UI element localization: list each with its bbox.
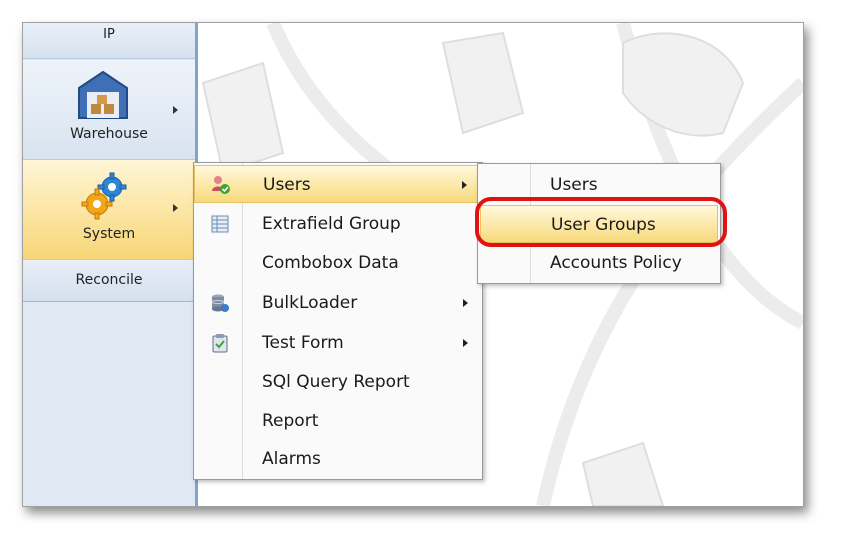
annotation-highlight-ring: [475, 197, 727, 247]
menu-item-alarms[interactable]: Alarms: [194, 440, 482, 478]
menu-item-label: BulkLoader: [262, 293, 358, 313]
menu-item-bulkloader[interactable]: BulkLoader: [194, 284, 482, 322]
sidebar-item-label: Reconcile: [75, 272, 143, 288]
sidebar-item-system[interactable]: System: [23, 160, 195, 260]
system-menu: Users Extrafield Group Combobox Data Bul…: [193, 162, 483, 480]
menu-item-label: Alarms: [262, 449, 321, 469]
chevron-right-icon: [173, 204, 178, 212]
menu-item-users[interactable]: Users: [194, 165, 482, 203]
sidebar: IP Warehouse System Reconcile: [23, 23, 198, 506]
menu-item-sql-query-report[interactable]: SQl Query Report: [194, 363, 482, 401]
sidebar-item-warehouse[interactable]: Warehouse: [23, 60, 195, 160]
menu-item-label: SQl Query Report: [262, 372, 410, 392]
menu-item-label: Users: [263, 175, 311, 195]
sidebar-item-ip[interactable]: IP: [23, 23, 195, 59]
submenu-arrow-icon: [463, 299, 468, 307]
menu-item-label: Extrafield Group: [262, 214, 401, 234]
sidebar-item-reconcile[interactable]: Reconcile: [23, 260, 195, 302]
menu-item-extrafield-group[interactable]: Extrafield Group: [194, 205, 482, 243]
menu-item-label: Test Form: [262, 333, 344, 353]
menu-item-test-form[interactable]: Test Form: [194, 324, 482, 362]
menu-item-label: Users: [550, 175, 598, 195]
menu-item-label: Accounts Policy: [550, 253, 682, 273]
submenu-arrow-icon: [463, 339, 468, 347]
submenu-arrow-icon: [462, 181, 467, 189]
database-icon: [211, 294, 229, 312]
sidebar-item-label: Warehouse: [70, 126, 148, 142]
submenu-item-accounts-policy[interactable]: Accounts Policy: [478, 244, 720, 282]
sidebar-item-label: System: [82, 226, 136, 242]
menu-item-label: Combobox Data: [262, 253, 399, 273]
menu-item-label: Report: [262, 411, 319, 431]
gears-icon: [81, 172, 127, 220]
menu-item-combobox-data[interactable]: Combobox Data: [194, 244, 482, 282]
warehouse-icon: [78, 70, 128, 119]
chevron-right-icon: [173, 106, 178, 114]
clipboard-icon: [212, 334, 228, 353]
app-window: IP Warehouse System Reconcile Users Extr…: [22, 22, 804, 507]
menu-item-report[interactable]: Report: [194, 402, 482, 440]
table-icon: [211, 215, 229, 233]
users-icon: [212, 176, 230, 194]
sidebar-item-label: IP: [103, 27, 115, 42]
